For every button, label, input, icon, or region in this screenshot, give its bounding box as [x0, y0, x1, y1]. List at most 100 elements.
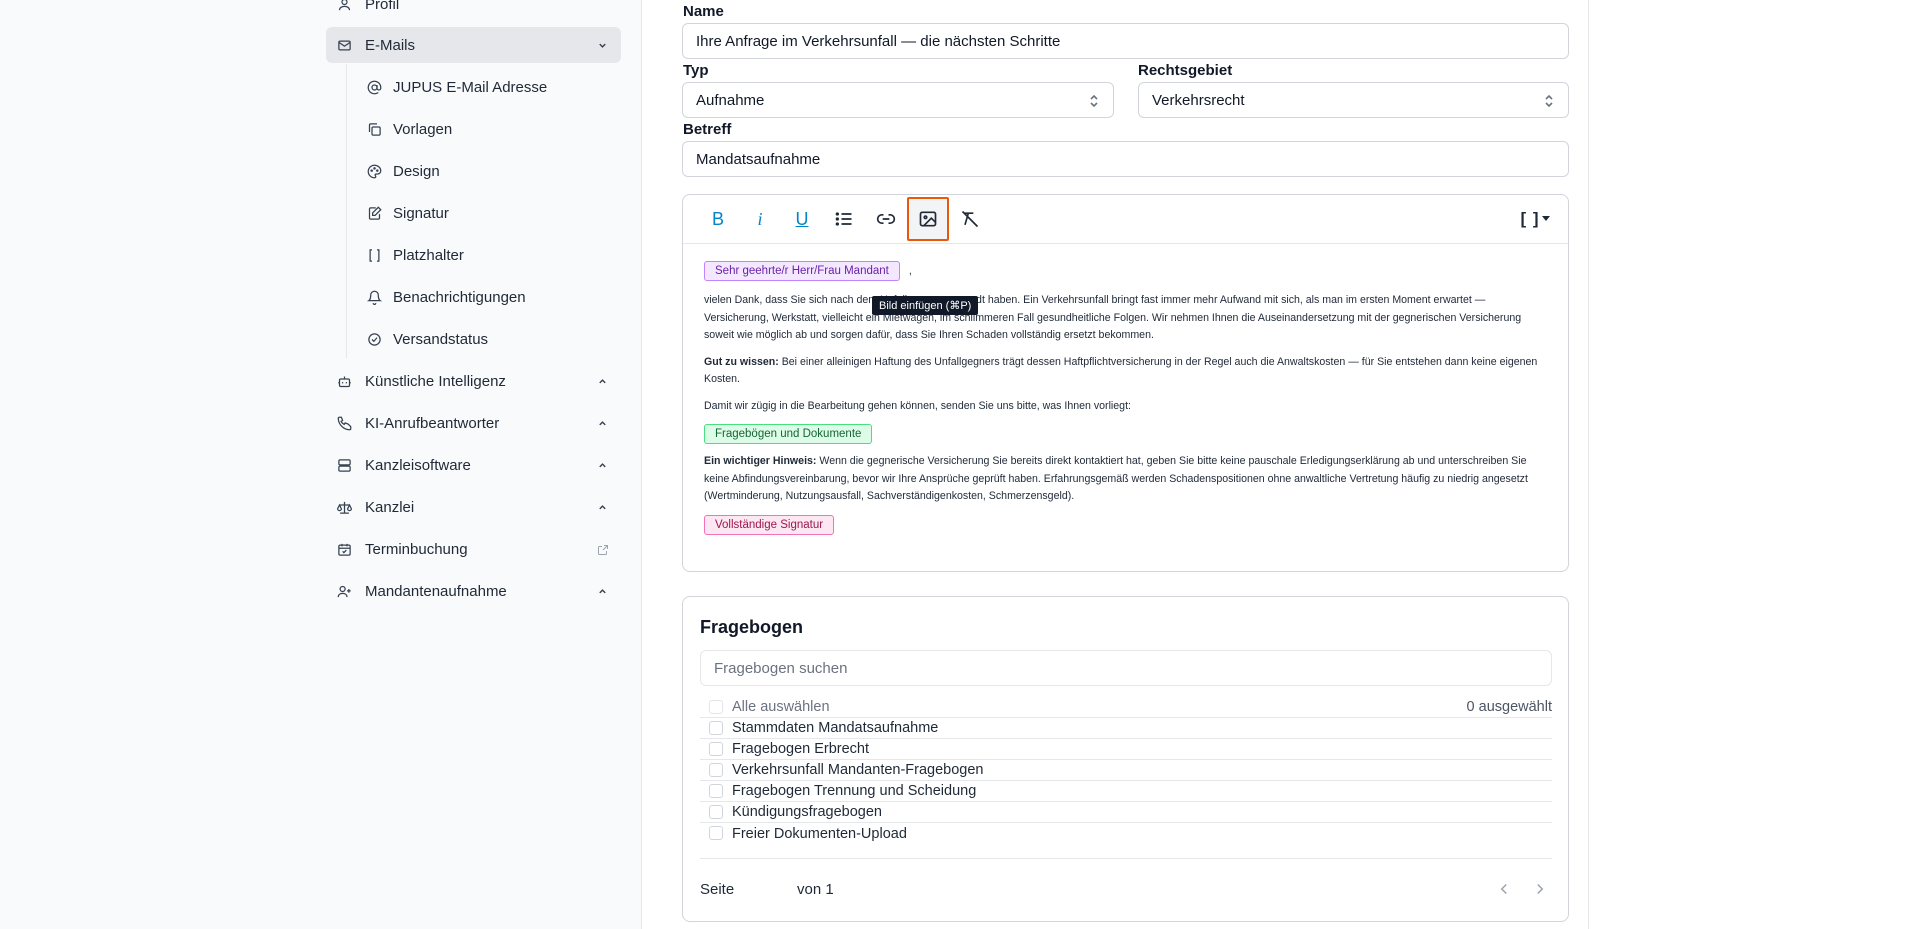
sidebar-item-kuenstliche-intelligenz[interactable]: Künstliche Intelligenz [326, 363, 621, 399]
name-input-value: Ihre Anfrage im Verkehrsunfall — die näc… [696, 32, 1061, 50]
select-all-checkbox[interactable] [709, 700, 723, 714]
sidebar-subitem-design[interactable]: Design [364, 154, 624, 188]
clear-format-button[interactable] [950, 199, 990, 239]
area-select[interactable]: Verkehrsrecht [1138, 82, 1569, 118]
select-all-label: Alle auswählen [732, 699, 830, 715]
at-icon [367, 80, 382, 95]
brackets-icon [367, 248, 382, 263]
questionnaire-card: Fragebogen Fragebogen suchen Alle auswäh… [682, 596, 1569, 922]
select-all-row[interactable]: Alle auswählen 0 ausgewählt [700, 697, 1552, 718]
placeholder-menu-button[interactable]: [ ] [1513, 199, 1557, 239]
list-icon [834, 209, 854, 229]
underline-icon: U [795, 208, 809, 229]
underline-button[interactable]: U [782, 199, 822, 239]
palette-icon [367, 164, 382, 179]
row-label: Fragebogen Trennung und Scheidung [732, 783, 977, 799]
sidebar-subitem-benachrichtigungen[interactable]: Benachrichtigungen [364, 280, 624, 314]
placeholder-chip-documents[interactable]: Fragebögen und Dokumente [704, 424, 873, 444]
rich-text-editor[interactable]: B i U [ ] Sehr geehrte/r Herr/Frau Manda… [682, 194, 1569, 572]
search-placeholder: Fragebogen suchen [714, 659, 848, 677]
type-label: Typ [683, 62, 709, 79]
signature-line: Vollständige Signatur [704, 514, 1549, 535]
subject-input-value: Mandatsaufnahme [696, 150, 821, 168]
row-checkbox[interactable] [709, 784, 723, 798]
questionnaire-row[interactable]: Fragebogen Trennung und Scheidung [700, 781, 1552, 802]
sidebar-item-kanzleisoftware[interactable]: Kanzleisoftware [326, 447, 621, 483]
paragraph-important-note: Ein wichtiger Hinweis: Wenn die gegneris… [704, 453, 1549, 506]
sidebar-subitem-label: Vorlagen [393, 120, 453, 138]
sidebar-item-profil[interactable]: Profil [326, 0, 621, 22]
sidebar-subitem-vorlagen[interactable]: Vorlagen [364, 112, 624, 146]
chevron-up-icon [597, 418, 608, 429]
questionnaire-row[interactable]: Verkehrsunfall Mandanten-Fragebogen [700, 760, 1552, 781]
sidebar-subitem-label: Benachrichtigungen [393, 288, 526, 306]
bell-icon [367, 290, 382, 305]
chevron-up-icon [597, 460, 608, 471]
row-checkbox[interactable] [709, 742, 723, 756]
sidebar: Profil E-Mails JUPUS E-Mail Adresse Vorl… [0, 0, 642, 929]
type-select[interactable]: Aufnahme [682, 82, 1114, 118]
row-label: Stammdaten Mandatsaufnahme [732, 720, 939, 736]
placeholder-chip-greeting[interactable]: Sehr geehrte/r Herr/Frau Mandant [704, 261, 900, 281]
bold-button[interactable]: B [698, 199, 738, 239]
sidebar-subitem-signatur[interactable]: Signatur [364, 196, 624, 230]
editor-toolbar: B i U [ ] [683, 195, 1568, 244]
chevron-up-icon [597, 376, 608, 387]
sidebar-item-terminbuchung[interactable]: Terminbuchung [326, 531, 621, 567]
row-checkbox[interactable] [709, 826, 723, 840]
sidebar-item-label: KI-Anrufbeantworter [365, 414, 500, 432]
phone-icon [337, 416, 352, 431]
italic-icon: i [757, 208, 763, 229]
paragraph-bold-lead: Gut zu wissen: [704, 355, 779, 368]
sidebar-subitem-platzhalter[interactable]: Platzhalter [364, 238, 624, 272]
insert-image-tooltip: Bild einfügen (⌘P) [872, 296, 979, 315]
sidebar-item-mandantenaufnahme[interactable]: Mandantenaufnahme [326, 573, 621, 609]
sidebar-subitem-label: JUPUS E-Mail Adresse [393, 78, 548, 96]
sidebar-item-ki-anrufbeantworter[interactable]: KI-Anrufbeantworter [326, 405, 621, 441]
chevron-up-icon [597, 586, 608, 597]
sidebar-item-label: Terminbuchung [365, 540, 468, 558]
sidebar-subitem-versandstatus[interactable]: Versandstatus [364, 322, 624, 356]
page-label: Seite [700, 881, 735, 898]
editor-content[interactable]: Sehr geehrte/r Herr/Frau Mandant , viele… [704, 261, 1549, 535]
sidebar-item-emails[interactable]: E-Mails [326, 27, 621, 63]
chevron-up-icon [597, 502, 608, 513]
sidebar-subitem-label: Design [393, 162, 440, 180]
previous-page-button[interactable] [1495, 880, 1513, 898]
greeting-line: Sehr geehrte/r Herr/Frau Mandant , [704, 261, 1549, 281]
chevron-left-icon [1500, 883, 1507, 895]
questionnaire-row[interactable]: Kündigungsfragebogen [700, 802, 1552, 823]
italic-button[interactable]: i [740, 199, 780, 239]
row-checkbox[interactable] [709, 763, 723, 777]
sidebar-item-label: Kanzleisoftware [365, 456, 471, 474]
greeting-suffix: , [908, 265, 912, 277]
sidebar-item-label: Künstliche Intelligenz [365, 372, 506, 390]
sidebar-subitem-label: Signatur [393, 204, 449, 222]
clear-format-icon [960, 209, 980, 229]
insert-image-button[interactable] [907, 197, 949, 241]
questionnaire-row[interactable]: Stammdaten Mandatsaufnahme [700, 718, 1552, 739]
link-button[interactable] [866, 199, 906, 239]
placeholder-chip-signature[interactable]: Vollständige Signatur [704, 514, 835, 535]
paragraph-good-to-know: Gut zu wissen: Bei einer alleinigen Haft… [704, 354, 1549, 389]
subject-input[interactable]: Mandatsaufnahme [682, 141, 1569, 177]
sidebar-subitem-label: Versandstatus [393, 330, 489, 348]
next-page-button[interactable] [1531, 880, 1549, 898]
row-checkbox[interactable] [709, 721, 723, 735]
questionnaire-row[interactable]: Freier Dokumenten-Upload [700, 823, 1552, 844]
sidebar-subitem-jupus-email[interactable]: JUPUS E-Mail Adresse [364, 70, 624, 104]
sidebar-item-label: E-Mails [365, 36, 416, 54]
questionnaire-row[interactable]: Fragebogen Erbrecht [700, 739, 1552, 760]
selected-count: 0 ausgewählt [1466, 699, 1552, 715]
pagination-divider [700, 858, 1552, 859]
questionnaire-search-input[interactable]: Fragebogen suchen [700, 650, 1552, 686]
sidebar-item-kanzlei[interactable]: Kanzlei [326, 489, 621, 525]
area-select-value: Verkehrsrecht [1152, 91, 1245, 109]
row-checkbox[interactable] [709, 805, 723, 819]
name-input[interactable]: Ihre Anfrage im Verkehrsunfall — die näc… [682, 23, 1569, 59]
bullet-list-button[interactable] [824, 199, 864, 239]
page-number-input[interactable] [755, 876, 785, 904]
chevron-down-icon [597, 40, 608, 51]
scale-icon [337, 500, 352, 515]
paragraph-request: Damit wir zügig in die Bearbeitung gehen… [704, 399, 1131, 412]
